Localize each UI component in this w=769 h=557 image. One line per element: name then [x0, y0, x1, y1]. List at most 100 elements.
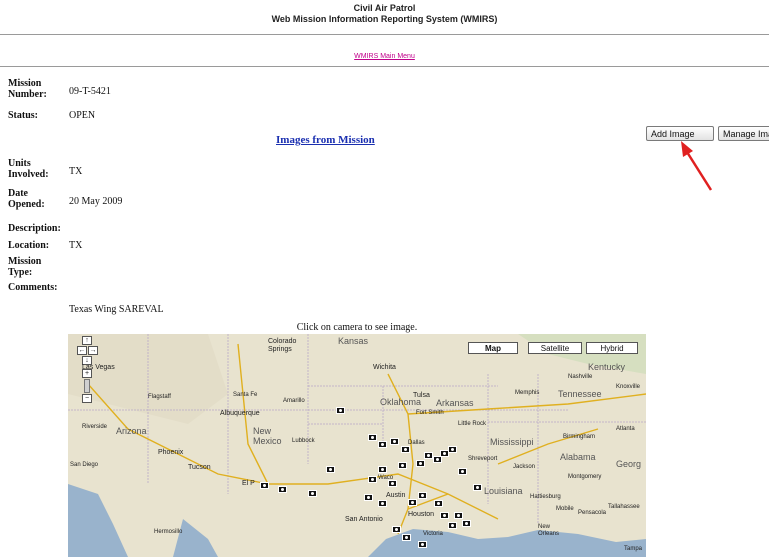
date-label: Date Opened: — [8, 188, 45, 210]
map-city-label: Flagstaff — [148, 394, 171, 400]
map-city-label: Las Vegas — [82, 364, 115, 371]
camera-icon[interactable] — [368, 434, 377, 441]
camera-icon[interactable] — [458, 468, 467, 475]
camera-icon[interactable] — [336, 407, 345, 414]
camera-icon[interactable] — [401, 446, 410, 453]
camera-icon[interactable] — [448, 522, 457, 529]
map-city-label: Nashville — [568, 374, 593, 380]
map-city-label: Dallas — [408, 440, 425, 446]
camera-icon[interactable] — [454, 512, 463, 519]
map-city-label: El P — [242, 480, 255, 487]
map-city-label: Memphis — [515, 390, 540, 396]
map-city-label: Santa Fe — [233, 392, 258, 398]
camera-icon[interactable] — [378, 441, 387, 448]
map-city-label: Phoenix — [158, 449, 184, 456]
camera-icon[interactable] — [388, 480, 397, 487]
map-city-label: San Antonio — [345, 516, 383, 523]
map-city-label: Austin — [386, 492, 406, 499]
map-caption: Click on camera to see image. — [296, 322, 418, 333]
main-menu-link[interactable]: WMIRS Main Menu — [0, 53, 769, 60]
manage-images-button[interactable]: Manage Images — [718, 126, 769, 141]
map-city-label: Knoxville — [616, 384, 641, 390]
location-label: Location: — [8, 240, 50, 251]
camera-icon[interactable] — [398, 462, 407, 469]
camera-icon[interactable] — [462, 520, 471, 527]
camera-icon[interactable] — [418, 541, 427, 548]
map-city-label: Montgomery — [568, 474, 602, 480]
menu-divider — [0, 66, 769, 67]
camera-icon[interactable] — [278, 486, 287, 493]
page-header: Civil Air Patrol Web Mission Information… — [0, 3, 769, 25]
camera-icon[interactable] — [402, 534, 411, 541]
map-state-label: Georg — [616, 459, 642, 469]
camera-icon[interactable] — [308, 490, 317, 497]
map-state-label: Louisiana — [484, 486, 523, 496]
map-city-label: Houston — [408, 511, 435, 518]
map-city-label: Albuquerque — [220, 410, 260, 417]
map-city-label: Pensacola — [578, 510, 607, 516]
map-state-label: New Mexico — [253, 426, 282, 446]
map-type-satellite-button[interactable]: Satellite — [528, 342, 582, 354]
camera-icon[interactable] — [368, 476, 377, 483]
map-state-label: Kansas — [338, 336, 369, 346]
images-from-mission-link[interactable]: Images from Mission — [276, 134, 375, 146]
map-state-label: Mississippi — [490, 437, 534, 447]
map-city-label: Tulsa — [413, 392, 430, 399]
map-city-label: New Orleans — [538, 524, 560, 537]
map-state-label: Kentucky — [588, 362, 626, 372]
map-city-label: Wichita — [373, 364, 396, 371]
camera-icon[interactable] — [260, 482, 269, 489]
camera-icon[interactable] — [424, 452, 433, 459]
pan-up-button[interactable]: ↑ — [82, 336, 92, 345]
map-state-label: Tennessee — [558, 389, 602, 399]
map-city-label: Fort Smith — [416, 410, 444, 416]
map-city-label: Shreveport — [468, 456, 498, 462]
map-city-label: Amarillo — [283, 398, 305, 404]
org-title: Civil Air Patrol — [353, 3, 416, 13]
map-type-map-button[interactable]: Map — [468, 342, 518, 354]
map-city-label: Lubbock — [292, 438, 315, 444]
camera-icon[interactable] — [378, 500, 387, 507]
mission-map[interactable]: ↑ ← → ↓ + − Map Satellite Hybrid Arizona… — [68, 334, 646, 557]
comments-label: Comments: — [8, 282, 58, 293]
map-city-label: San Diego — [70, 462, 99, 468]
map-city-label: Tallahassee — [608, 504, 640, 510]
map-city-label: Riverside — [82, 424, 108, 430]
zoom-slider[interactable] — [84, 379, 90, 393]
camera-icon[interactable] — [392, 526, 401, 533]
camera-icon[interactable] — [434, 500, 443, 507]
system-title: Web Mission Information Reporting System… — [271, 14, 498, 24]
pan-right-button[interactable]: → — [88, 346, 98, 355]
mission-type-label: Mission Type: — [8, 256, 42, 278]
header-divider — [0, 34, 769, 35]
map-city-label: Hermosillo — [154, 529, 183, 535]
map-city-label: Atlanta — [616, 426, 635, 432]
camera-icon[interactable] — [378, 466, 387, 473]
map-city-label: Tucson — [188, 464, 211, 471]
camera-icon[interactable] — [433, 456, 442, 463]
status-label: Status: — [8, 110, 39, 121]
map-city-label: Little Rock — [458, 421, 487, 427]
map-city-label: Jackson — [513, 464, 536, 470]
camera-icon[interactable] — [416, 460, 425, 467]
mission-number-value: 09-T-5421 — [69, 86, 111, 97]
map-type-hybrid-button[interactable]: Hybrid — [586, 342, 638, 354]
map-state-label: Arizona — [116, 426, 147, 436]
date-value: 20 May 2009 — [69, 196, 123, 207]
camera-icon[interactable] — [408, 499, 417, 506]
camera-icon[interactable] — [448, 446, 457, 453]
camera-icon[interactable] — [364, 494, 373, 501]
map-state-label: Arkansas — [436, 398, 474, 408]
description-label: Description: — [8, 223, 61, 234]
camera-icon[interactable] — [326, 466, 335, 473]
mission-number-label: Mission Number: — [8, 78, 47, 100]
units-label: Units Involved: — [8, 158, 49, 180]
pan-left-button[interactable]: ← — [77, 346, 87, 355]
camera-icon[interactable] — [418, 492, 427, 499]
camera-icon[interactable] — [440, 512, 449, 519]
camera-icon[interactable] — [390, 438, 399, 445]
zoom-out-button[interactable]: − — [82, 394, 92, 403]
map-city-label: Tampa — [624, 546, 643, 552]
camera-icon[interactable] — [473, 484, 482, 491]
comments-value: Texas Wing SAREVAL — [69, 304, 164, 315]
